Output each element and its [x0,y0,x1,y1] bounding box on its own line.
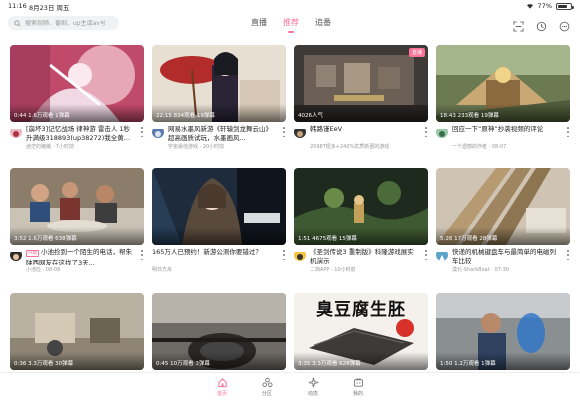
video-uploader: 宇宙最佳游戏 · 20小时前 [168,144,225,150]
nav-dynamic-label: 动态 [307,391,318,397]
video-stats: 0:45 10万观看 3弹幕 [156,361,210,367]
bottom-nav: 首页 分区 动态 我的 [0,372,580,405]
video-thumbnail[interactable]: 0:45 10万观看 3弹幕 [152,293,286,370]
video-title[interactable]: 165万人已预约！新游公测你要错过？ [152,248,280,257]
video-thumbnail[interactable]: 臭豆腐生胚 3:35 3.3万观看 628弹幕 [294,293,428,370]
video-card[interactable]: 直播 4026人气 韩路谨EeV 2098T很多+240%优质新晋的游戏 [294,45,428,153]
nav-dynamic[interactable]: 动态 [299,377,327,397]
video-stats: 1:51 4675观看 15弹幕 [298,236,357,242]
video-uploader: 小池捡 · 08-08 [26,267,61,273]
avatar[interactable] [436,126,448,138]
video-uploader: 明日方舟 [152,267,173,273]
more-icon[interactable] [566,127,570,137]
avatar[interactable] [294,126,306,138]
video-uploader: 二档APP · 10小时前 [310,267,356,273]
video-thumbnail[interactable]: 1:50 1.2万观看 1弹幕 [436,293,570,370]
video-thumbnail[interactable]: 3:52 1.6万观看 638弹幕 [10,168,144,245]
more-icon[interactable] [140,127,144,137]
avatar[interactable] [294,249,306,261]
video-thumbnail[interactable]: 18:43 233观看 19弹幕 [436,45,570,122]
video-uploader: 漠北-SharkBoat · 07-30 [452,267,509,273]
video-card[interactable]: 0:44 1.6万观看 1弹幕 [崩坏3]记忆战场 律神游 雷击人 1秒升满级3… [10,45,144,153]
avatar[interactable] [152,126,164,138]
video-uploader: 2098T很多+240%优质新晋的游戏 [310,144,390,150]
interest-tag: 兴趣 [26,250,39,257]
video-card[interactable]: 0:36 3.3万观看 30弹幕 [10,293,144,370]
avatar[interactable] [10,126,22,138]
video-card[interactable]: 3:52 1.6万观看 638弹幕 兴趣 小池捡到一个陌生的电话，帮朱陕西网友在这… [10,168,144,276]
video-thumbnail[interactable]: 5:26 17万观看 28弹幕 [436,168,570,245]
video-card[interactable]: 0:45 10万观看 3弹幕 [152,293,286,370]
video-title[interactable]: 网易水墨风新游《轩辕剑龙舞云山》超高画质试玩，水墨画风... [168,125,278,142]
video-title[interactable]: 回应一下“原神”抄袭视频的评论 [452,125,562,134]
video-stats: 3:35 3.3万观看 628弹幕 [298,361,361,367]
video-title[interactable]: 《圣剑传说3 重制版》科隆游戏展实机演示 [310,248,420,265]
video-thumbnail[interactable]: 0:44 1.6万观看 1弹幕 [10,45,144,122]
avatar[interactable] [10,249,22,261]
more-icon[interactable] [140,250,144,260]
video-stats: 18:43 233观看 19弹幕 [440,113,499,119]
video-card[interactable]: 5:26 17万观看 28弹幕 快递的机械键盘车与最简单的电磁列车比较 漠北-S… [436,168,570,276]
video-title[interactable]: 兴趣 小池捡到一个陌生的电话，帮朱陕西网友在这找了3天... [26,248,136,265]
home-icon [217,378,227,388]
avatar[interactable] [436,249,448,261]
video-card[interactable]: 1:51 4675观看 15弹幕 《圣剑传说3 重制版》科隆游戏展实机演示 二档… [294,168,428,276]
video-stats: 3:52 1.6万观看 638弹幕 [14,236,77,242]
video-grid: 0:44 1.6万观看 1弹幕 [崩坏3]记忆战场 律神游 雷击人 1秒升满级3… [0,0,580,372]
category-icon [261,377,273,388]
video-thumbnail[interactable]: 22:15 834观看 19弹幕 [152,45,286,122]
live-badge: 直播 [408,48,425,57]
video-thumbnail[interactable]: 1:51 4675观看 15弹幕 [294,168,428,245]
video-title[interactable]: 韩路谨EeV [310,125,420,134]
video-thumbnail[interactable]: 0:36 3.3万观看 30弹幕 [10,293,144,370]
more-icon[interactable] [282,250,286,260]
video-stats: 4026人气 [298,113,323,119]
video-uploader: 一个遗憾的作者 · 08-07 [452,144,507,150]
more-icon[interactable] [424,250,428,260]
more-icon[interactable] [566,250,570,260]
video-stats: 1:50 1.2万观看 1弹幕 [440,361,496,367]
nav-category[interactable]: 分区 [253,377,281,397]
nav-home-label: 首页 [216,391,227,397]
video-stats: 0:36 3.3万观看 30弹幕 [14,361,74,367]
tv-icon [353,378,363,387]
video-title[interactable]: [崩坏3]记忆战场 律神游 雷击人 1秒升满级318893(up38272)我全… [26,125,136,142]
more-icon[interactable] [424,127,428,137]
video-card[interactable]: 22:15 834观看 19弹幕 网易水墨风新游《轩辕剑龙舞云山》超高画质试玩，… [152,45,286,153]
video-card[interactable]: 165万人已预约！新游公测你要错过？ 明日方舟 [152,168,286,276]
video-card[interactable]: 1:50 1.2万观看 1弹幕 [436,293,570,370]
nav-category-label: 分区 [261,391,272,397]
video-thumbnail[interactable]: 直播 4026人气 [294,45,428,122]
nav-mine[interactable]: 我的 [344,377,372,397]
more-icon[interactable] [282,127,286,137]
dynamic-icon [308,377,318,388]
nav-home[interactable]: 首页 [208,377,236,397]
video-stats: 22:15 834观看 19弹幕 [156,113,215,119]
nav-mine-label: 我的 [352,391,363,397]
thumbnail-overlay-text: 臭豆腐生胚 [316,300,406,320]
video-card[interactable]: 臭豆腐生胚 3:35 3.3万观看 628弹幕 [294,293,428,370]
video-thumbnail[interactable] [152,168,286,245]
video-stats: 0:44 1.6万观看 1弹幕 [14,113,70,119]
video-card[interactable]: 18:43 233观看 19弹幕 回应一下“原神”抄袭视频的评论 一个遗憾的作者… [436,45,570,153]
video-title[interactable]: 快递的机械键盘车与最简单的电磁列车比较 [452,248,562,265]
video-stats: 5:26 17万观看 28弹幕 [440,236,498,242]
video-uploader: 迷茫的猪猪 · 7小时前 [26,144,74,150]
